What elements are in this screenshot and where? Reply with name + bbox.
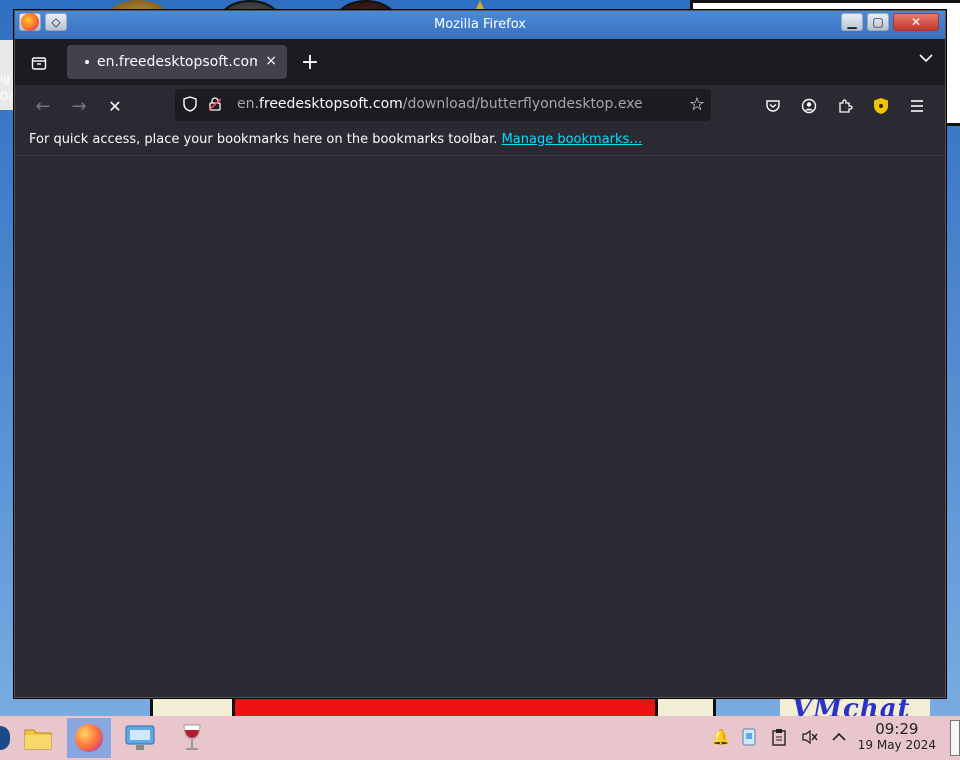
forward-button[interactable]: → [65, 93, 93, 119]
pocket-button[interactable] [761, 94, 785, 118]
system-monitor-icon [125, 725, 155, 750]
ublock-shield-icon [874, 98, 888, 114]
speaker-muted-icon [802, 729, 818, 745]
tab-close-button[interactable]: × [265, 53, 277, 69]
taskbar-app-system-settings[interactable] [118, 718, 162, 758]
clipboard-glyph-icon [772, 729, 786, 746]
tab-strip: en.freedesktopsoft.com/download/butterfl… [15, 39, 945, 85]
window-titlebar[interactable]: ◇ Mozilla Firefox ▁ ▢ ✕ [15, 11, 945, 39]
tab-label: en.freedesktopsoft.com/download/butterfl… [97, 54, 257, 70]
launcher-icon [0, 726, 10, 750]
page-content-area[interactable] [15, 156, 945, 697]
window-title: Mozilla Firefox [434, 17, 526, 32]
firefox-window: ◇ Mozilla Firefox ▁ ▢ ✕ en.freedesktopso… [14, 10, 946, 698]
desktop-icon-labels: ig De [0, 70, 15, 106]
taskbar-app-file-manager[interactable] [16, 718, 60, 758]
show-desktop-button[interactable] [950, 720, 960, 756]
maximize-icon: ▢ [872, 15, 884, 29]
system-clock[interactable]: 09:29 19 May 2024 [858, 720, 936, 752]
bookmark-star-icon[interactable]: ☆ [689, 94, 705, 115]
folder-icon [24, 729, 52, 750]
list-all-tabs-button[interactable] [919, 51, 933, 67]
account-button[interactable] [797, 94, 821, 118]
close-window-button[interactable]: ✕ [893, 13, 939, 31]
chevron-down-icon [919, 54, 933, 63]
new-tab-button[interactable]: + [297, 49, 323, 75]
navigation-toolbar: ← → ✕ en.freedesktopsoft.com/download/bu… [15, 85, 945, 127]
close-icon: ✕ [910, 15, 922, 29]
tracking-protection-shield-icon[interactable] [183, 96, 197, 112]
stop-button[interactable]: ✕ [101, 93, 129, 119]
minimize-button[interactable]: ▁ [841, 13, 863, 31]
wine-glass-icon [183, 724, 201, 750]
bookmarks-toolbar: For quick access, place your bookmarks h… [15, 127, 945, 156]
bookmarks-toolbar-message: For quick access, place your bookmarks h… [29, 132, 498, 147]
maximize-button[interactable]: ▢ [867, 13, 889, 31]
ublock-button[interactable] [869, 94, 893, 118]
extensions-button[interactable] [833, 94, 857, 118]
firefox-view-icon [31, 57, 47, 70]
url-host: freedesktopsoft.com [258, 96, 403, 112]
device-icon [742, 728, 756, 746]
show-hidden-icons-chevron-up-icon[interactable] [828, 726, 850, 748]
taskbar-app-firefox[interactable] [67, 718, 111, 758]
clipboard-icon[interactable] [768, 726, 790, 748]
desktop-label: ig [0, 72, 11, 85]
url-text[interactable]: en.freedesktopsoft.com/download/butterfl… [237, 96, 643, 112]
url-path: /download/butterflyondesktop.exe [402, 96, 643, 112]
clock-date: 19 May 2024 [857, 738, 936, 752]
pocket-icon [766, 100, 780, 112]
extensions-icon [839, 99, 853, 113]
firefox-icon [75, 724, 103, 752]
titlebar-right-controls: ▁ ▢ ✕ [841, 13, 939, 31]
app-menu-button[interactable] [905, 94, 929, 118]
taskbar: 🔔 09:29 19 May 2024 [0, 716, 960, 760]
back-button[interactable]: ← [29, 93, 57, 119]
taskbar-app-wine[interactable] [170, 718, 214, 758]
insecure-lock-icon[interactable] [209, 97, 221, 111]
minimize-icon: ▁ [847, 15, 857, 29]
url-bar[interactable]: en.freedesktopsoft.com/download/butterfl… [175, 89, 711, 121]
tab-active[interactable]: en.freedesktopsoft.com/download/butterfl… [67, 45, 287, 79]
chevron-up-icon [832, 732, 846, 741]
loading-dot-icon [85, 60, 89, 64]
clock-time: 09:29 [875, 720, 919, 738]
notifications-icon[interactable]: 🔔 [710, 726, 732, 748]
desktop-label: De [0, 90, 16, 103]
firefox-view-button[interactable] [25, 51, 53, 75]
hamburger-menu-icon [911, 100, 923, 112]
manage-bookmarks-link[interactable]: Manage bookmarks… [502, 132, 643, 147]
app-launcher-button[interactable] [0, 718, 10, 758]
account-icon [801, 98, 817, 114]
clipboard-network-icon[interactable] [738, 726, 760, 748]
volume-muted-icon[interactable] [799, 726, 821, 748]
url-prefix: en. [237, 96, 259, 112]
